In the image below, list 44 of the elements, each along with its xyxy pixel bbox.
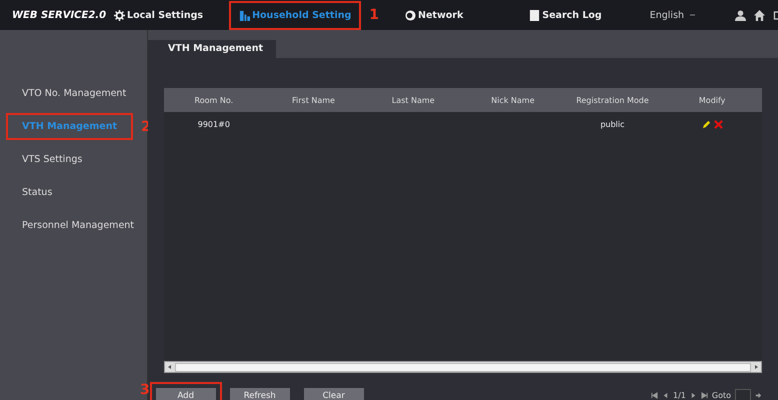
nav-tab[interactable]: Local Settings xyxy=(106,2,212,28)
document-icon xyxy=(529,10,540,20)
logout-icon[interactable] xyxy=(773,10,778,20)
logo: WEB SERVICE2.0 xyxy=(12,10,106,20)
nav-tab[interactable]: Search Log xyxy=(521,2,610,28)
sidebar-item[interactable]: VTO No. Management xyxy=(8,82,140,105)
home-icon[interactable] xyxy=(754,10,766,20)
table-cell: public xyxy=(600,120,625,128)
nav-tab[interactable]: Household Setting xyxy=(231,2,360,28)
globe-icon xyxy=(405,10,416,20)
sidebar-item[interactable]: Status xyxy=(8,181,66,204)
previous-page-icon[interactable] xyxy=(662,392,669,399)
go-icon[interactable] xyxy=(755,392,762,399)
last-page-icon[interactable] xyxy=(700,392,708,399)
horizontal-scrollbar[interactable] xyxy=(164,361,762,373)
language-dropdown[interactable]: English xyxy=(650,10,696,20)
scroll-right-icon[interactable] xyxy=(752,363,760,371)
action-button[interactable]: Refresh xyxy=(230,388,290,400)
column-header: Nick Name xyxy=(491,96,535,104)
action-button[interactable]: Add xyxy=(156,388,216,400)
building-icon xyxy=(239,10,250,20)
user-icon[interactable] xyxy=(735,10,746,20)
nav-tab[interactable]: Network xyxy=(397,2,472,28)
page-indicator: 1/1 xyxy=(673,391,686,400)
goto-field[interactable] xyxy=(735,388,751,400)
column-header: Room No. xyxy=(194,96,234,104)
caret-icon xyxy=(690,13,696,17)
pencil-icon[interactable] xyxy=(702,120,711,128)
sidebar-item[interactable]: Personnel Management xyxy=(8,214,148,237)
first-page-icon[interactable] xyxy=(651,392,658,399)
column-header: Registration Mode xyxy=(576,96,649,104)
table-cell: 9901#0 xyxy=(198,120,230,128)
column-header: Modify xyxy=(698,96,726,104)
column-header: Last Name xyxy=(392,96,435,104)
tab[interactable]: VTH Management xyxy=(148,40,276,58)
next-page-icon[interactable] xyxy=(690,392,697,399)
action-button[interactable]: Clear xyxy=(304,388,364,400)
gear-icon xyxy=(114,10,126,20)
scroll-left-icon[interactable] xyxy=(166,363,174,371)
goto-label: Goto xyxy=(712,391,731,400)
callout-number: 3 xyxy=(140,382,150,398)
column-header: First Name xyxy=(292,96,335,104)
callout-number: 1 xyxy=(369,7,380,23)
sidebar-item[interactable]: VTS Settings xyxy=(8,148,96,171)
